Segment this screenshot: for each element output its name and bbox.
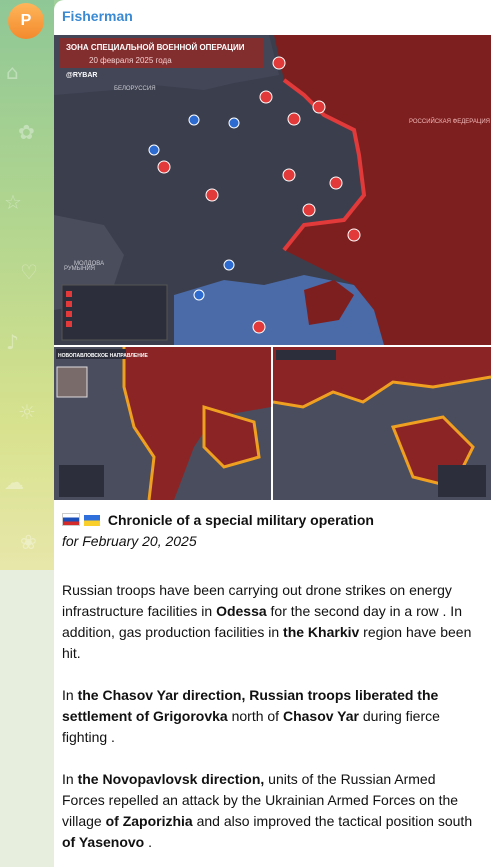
p1-bold: the Kharkiv [283,624,360,640]
note-doodle-icon: ♪ [6,330,19,354]
russia-flag-icon [62,513,80,526]
paragraph-1: Russian troops have been carrying out dr… [62,580,482,664]
ukraine-flag-icon [84,515,100,526]
post-text: Chronicle of a special military operatio… [62,510,482,853]
ua-marker[interactable] [193,289,205,301]
strike-marker[interactable] [302,203,316,217]
inset-map-right[interactable] [273,347,491,500]
strike-marker[interactable] [282,168,296,182]
post-date: for February 20, 2025 [62,533,197,549]
inset-map-left[interactable]: НОВОПАВЛОВСКОЕ НАПРАВЛЕНИЕ [54,347,271,500]
fish-doodle-icon: ✿ [18,120,35,144]
label-russia: РОССИЙСКАЯ ФЕДЕРАЦИЯ [409,117,490,125]
strike-marker[interactable] [329,176,343,190]
strike-marker[interactable] [259,90,273,104]
ua-marker[interactable] [228,117,240,129]
sender-name[interactable]: Fisherman [62,8,133,24]
ua-marker[interactable] [223,259,235,271]
p1-bold: Odessa [216,603,267,619]
chat-wallpaper-lower [0,570,54,867]
main-map-image[interactable]: ЗОНА СПЕЦИАЛЬНОЙ ВОЕННОЙ ОПЕРАЦИИ 20 фев… [54,35,491,345]
legend-swatch [66,301,72,307]
p2-text: north of [227,708,283,724]
map-brand: @RYBAR [66,72,97,79]
post-title: Chronicle of a special military operatio… [107,512,374,528]
strike-marker[interactable] [347,228,361,242]
p3-text: In [62,771,78,787]
ua-marker[interactable] [188,114,200,126]
legend-swatch [66,321,72,327]
strike-marker[interactable] [252,320,266,334]
chat-wallpaper: ⌂ ✿ ☆ ♡ ♪ ☼ ☁ ❀ [0,0,54,570]
label-belarus: БЕЛОРУССИЯ [114,86,156,92]
heart-doodle-icon: ♡ [20,260,38,284]
inset-left-legend [59,465,104,497]
p3-bold: of Zaporizhia [105,813,193,829]
legend-swatch [66,311,72,317]
post-title-line: Chronicle of a special military operatio… [62,510,482,531]
ua-marker[interactable] [148,144,160,156]
star-doodle-icon: ☆ [4,190,22,214]
sun-doodle-icon: ☼ [18,400,36,424]
label-romania: РУМЫНИЯ [64,266,95,272]
map-title: ЗОНА СПЕЦИАЛЬНОЙ ВОЕННОЙ ОПЕРАЦИИ [66,43,245,52]
p2-bold: Chasov Yar [282,708,359,724]
map-subtitle: 20 февраля 2025 года [89,56,172,65]
strike-marker[interactable] [312,100,326,114]
strike-marker[interactable] [157,160,171,174]
p3-bold: of Yasenovo [62,834,145,850]
message-bubble: Fisherman ЗОНА СПЕЦИАЛЬНОЙ ВОЕННОЙ ОПЕРА… [54,0,491,867]
strike-marker[interactable] [272,56,286,70]
p3-text: . [144,834,152,850]
avatar-letter: P [20,12,32,29]
inset-right-legend [438,465,486,497]
strike-marker[interactable] [287,112,301,126]
paragraph-2: In the Chasov Yar direction, Russian tro… [62,685,482,748]
house-doodle-icon: ⌂ [6,60,19,84]
cloud-doodle-icon: ☁ [4,470,24,494]
flower-doodle-icon: ❀ [20,530,37,554]
inset-right-title-box [276,350,336,360]
inset-left-title: НОВОПАВЛОВСКОЕ НАПРАВЛЕНИЕ [58,353,148,359]
strike-marker[interactable] [205,188,219,202]
paragraph-3: In the Novopavlovsk direction, units of … [62,769,482,853]
p2-text: In [62,687,78,703]
legend-swatch [66,291,72,297]
p3-text: and also improved the tactical position … [192,813,473,829]
map-legend [61,284,168,341]
inset-left-minimap [56,366,88,398]
channel-avatar[interactable]: P [8,3,44,39]
p3-bold: the Novopavlovsk direction, [77,771,265,787]
